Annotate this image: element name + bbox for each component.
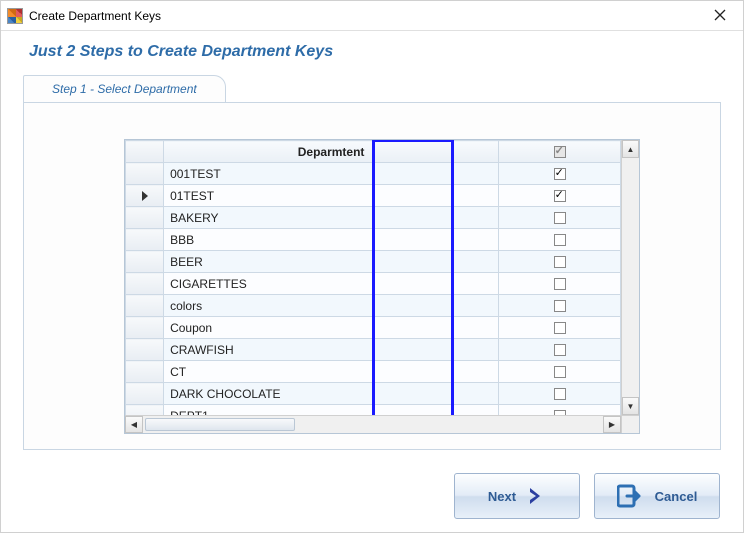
cancel-button[interactable]: Cancel — [594, 473, 720, 519]
app-icon — [7, 8, 23, 24]
table-row[interactable]: colors — [126, 295, 621, 317]
window-title: Create Department Keys — [29, 9, 161, 23]
table-row[interactable]: BEER — [126, 251, 621, 273]
select-cell[interactable] — [499, 361, 621, 383]
select-cell[interactable] — [499, 383, 621, 405]
scroll-down-icon[interactable]: ▼ — [622, 397, 639, 415]
row-checkbox[interactable] — [554, 300, 566, 312]
department-cell[interactable]: BEER — [164, 251, 499, 273]
select-cell[interactable] — [499, 163, 621, 185]
scroll-corner — [621, 415, 639, 433]
table-row[interactable]: CT — [126, 361, 621, 383]
table-row[interactable]: CRAWFISH — [126, 339, 621, 361]
department-cell[interactable]: BAKERY — [164, 207, 499, 229]
close-icon — [714, 8, 726, 24]
tab-step1[interactable]: Step 1 - Select Department — [23, 75, 226, 103]
row-header[interactable] — [126, 295, 164, 317]
table-row[interactable]: DARK CHOCOLATE — [126, 383, 621, 405]
row-checkbox[interactable] — [554, 212, 566, 224]
wizard-panel: Deparmtent 001TEST01TESTBAKERYBBBBEERCIG… — [23, 102, 721, 450]
close-button[interactable] — [697, 1, 743, 31]
department-cell[interactable]: 001TEST — [164, 163, 499, 185]
row-checkbox[interactable] — [554, 190, 566, 202]
row-checkbox[interactable] — [554, 234, 566, 246]
row-checkbox[interactable] — [554, 366, 566, 378]
department-table: Deparmtent 001TEST01TESTBAKERYBBBBEERCIG… — [125, 140, 621, 415]
row-header[interactable] — [126, 251, 164, 273]
row-header[interactable] — [126, 229, 164, 251]
select-cell[interactable] — [499, 207, 621, 229]
table-row[interactable]: Coupon — [126, 317, 621, 339]
select-cell[interactable] — [499, 229, 621, 251]
current-row-indicator-icon — [142, 191, 148, 201]
select-cell[interactable] — [499, 317, 621, 339]
cornerstone-cell — [126, 141, 164, 163]
row-header[interactable] — [126, 207, 164, 229]
row-header[interactable] — [126, 273, 164, 295]
row-checkbox[interactable] — [554, 256, 566, 268]
department-grid: Deparmtent 001TEST01TESTBAKERYBBBBEERCIG… — [124, 139, 640, 434]
titlebar: Create Department Keys — [1, 1, 743, 31]
table-row[interactable]: 001TEST — [126, 163, 621, 185]
table-row[interactable]: 01TEST — [126, 185, 621, 207]
row-checkbox[interactable] — [554, 278, 566, 290]
chevron-right-icon — [528, 486, 546, 506]
table-row[interactable]: BAKERY — [126, 207, 621, 229]
row-header[interactable] — [126, 339, 164, 361]
row-header[interactable] — [126, 185, 164, 207]
table-row[interactable]: BBB — [126, 229, 621, 251]
select-all-checkbox[interactable] — [554, 146, 566, 158]
horizontal-scrollbar[interactable]: ◀ ▶ — [125, 415, 621, 433]
department-cell[interactable]: 01TEST — [164, 185, 499, 207]
select-cell[interactable] — [499, 251, 621, 273]
row-checkbox[interactable] — [554, 322, 566, 334]
row-header[interactable] — [126, 405, 164, 416]
department-cell[interactable]: colors — [164, 295, 499, 317]
select-cell[interactable] — [499, 339, 621, 361]
department-cell[interactable]: DEPT1 — [164, 405, 499, 416]
row-header[interactable] — [126, 317, 164, 339]
header-select-all[interactable] — [499, 141, 621, 163]
table-row[interactable]: CIGARETTES — [126, 273, 621, 295]
page-heading: Just 2 Steps to Create Department Keys — [29, 43, 721, 61]
department-cell[interactable]: DARK CHOCOLATE — [164, 383, 499, 405]
row-header[interactable] — [126, 383, 164, 405]
select-cell[interactable] — [499, 273, 621, 295]
row-checkbox[interactable] — [554, 168, 566, 180]
scroll-right-icon[interactable]: ▶ — [603, 416, 621, 433]
tab-label: Step 1 - Select Department — [52, 82, 197, 96]
department-cell[interactable]: BBB — [164, 229, 499, 251]
row-checkbox[interactable] — [554, 344, 566, 356]
scroll-left-icon[interactable]: ◀ — [125, 416, 143, 433]
department-cell[interactable]: CIGARETTES — [164, 273, 499, 295]
table-row[interactable]: DEPT1 — [126, 405, 621, 416]
hscroll-thumb[interactable] — [145, 418, 295, 431]
cancel-label: Cancel — [655, 489, 698, 504]
next-label: Next — [488, 489, 516, 504]
department-cell[interactable]: CT — [164, 361, 499, 383]
row-header[interactable] — [126, 163, 164, 185]
select-cell[interactable] — [499, 185, 621, 207]
select-cell[interactable] — [499, 295, 621, 317]
vertical-scrollbar[interactable]: ▲ ▼ — [621, 140, 639, 415]
department-cell[interactable]: CRAWFISH — [164, 339, 499, 361]
next-button[interactable]: Next — [454, 473, 580, 519]
row-header[interactable] — [126, 361, 164, 383]
department-cell[interactable]: Coupon — [164, 317, 499, 339]
scroll-up-icon[interactable]: ▲ — [622, 140, 639, 158]
header-department[interactable]: Deparmtent — [164, 141, 499, 163]
exit-icon — [617, 484, 643, 508]
select-cell[interactable] — [499, 405, 621, 416]
row-checkbox[interactable] — [554, 388, 566, 400]
tab-strip: Step 1 - Select Department — [23, 75, 721, 103]
